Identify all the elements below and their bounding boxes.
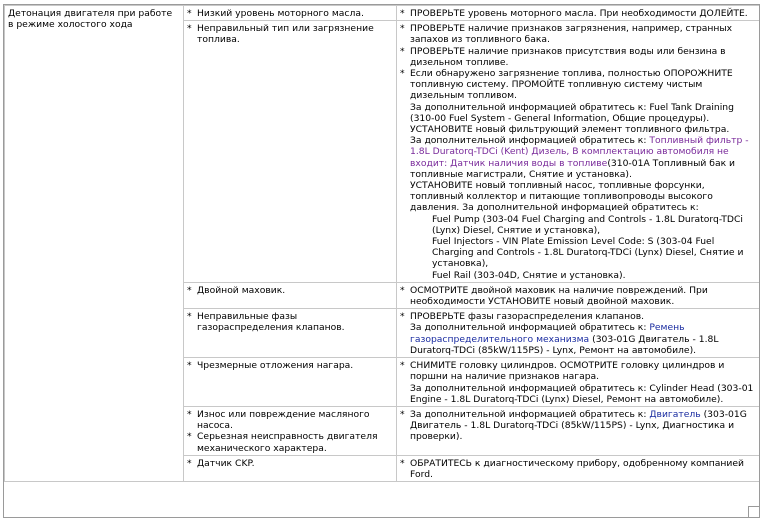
action-bullet: ПРОВЕРЬТЕ фазы газораспределения клапано…	[400, 311, 756, 322]
action-cell: ОБРАТИТЕСЬ к диагностическому прибору, о…	[396, 454, 759, 483]
reference-item: Fuel Pump (303-04 Fuel Charging and Cont…	[432, 213, 743, 236]
action-cell: ПРОВЕРЬТЕ наличие признаков загрязнения,…	[396, 20, 759, 283]
reference-item: Fuel Injectors - VIN Plate Emission Leve…	[432, 236, 744, 270]
action-text: УСТАНОВИТЕ новый топливный насос, топлив…	[410, 180, 713, 214]
diagnosis-table: Детонация двигателя при работе в режиме …	[4, 5, 759, 483]
reference-prefix: За дополнительной информацией обратитесь…	[410, 135, 650, 147]
cause-cell: Двойной маховик.	[183, 281, 397, 310]
reference-prefix: За дополнительной информацией обратитесь…	[410, 322, 650, 334]
reference-link[interactable]: Двигатель	[649, 409, 700, 420]
table-row: Детонация двигателя при работе в режиме …	[4, 5, 759, 483]
action-bullet: ПРОВЕРЬТЕ уровень моторного масла. При н…	[400, 8, 756, 19]
action-cell: За дополнительной информацией обратитесь…	[396, 405, 759, 456]
cause-item: Неправильные фазы газораспределения клап…	[187, 311, 393, 333]
cause-cell: Неправильный тип или загрязнение топлива…	[183, 20, 397, 283]
action-text: УСТАНОВИТЕ новый фильтрующий элемент топ…	[410, 124, 730, 136]
content-frame: Детонация двигателя при работе в режиме …	[3, 4, 760, 518]
cause-cell: Низкий уровень моторного масла.	[183, 5, 397, 22]
cause-cell: Датчик CKP.	[183, 454, 397, 483]
action-text: За дополнительной информацией обратитесь…	[410, 101, 734, 124]
action-bullet: Если обнаружено загрязнение топлива, пол…	[400, 68, 756, 102]
reference-item: Fuel Rail (303-04D, Снятие и установка).	[432, 269, 626, 281]
action-cell: ОСМОТРИТЕ двойной маховик на наличие пов…	[396, 281, 759, 310]
cause-cell: Неправильные фазы газораспределения клап…	[183, 308, 397, 359]
cause-cell: Чрезмерные отложения нагара.	[183, 357, 397, 407]
action-bullet: ПРОВЕРЬТЕ наличие признаков присутствия …	[400, 46, 756, 68]
action-reference: За дополнительной информацией обратитесь…	[400, 135, 756, 180]
reference-prefix: За дополнительной информацией обратитесь…	[410, 408, 650, 420]
cause-item: Низкий уровень моторного масла.	[187, 8, 393, 19]
action-reference: За дополнительной информацией обратитесь…	[400, 322, 756, 356]
action-bullet: ОСМОТРИТЕ двойной маховик на наличие пов…	[400, 285, 756, 307]
cause-item: Серьезная неисправность двигателя механи…	[187, 431, 393, 453]
cause-item: Неправильный тип или загрязнение топлива…	[187, 23, 393, 45]
action-reference: За дополнительной информацией обратитесь…	[400, 409, 756, 443]
action-cell: ПРОВЕРЬТЕ фазы газораспределения клапано…	[396, 308, 759, 359]
action-cell: СНИМИТЕ головку цилиндров. ОСМОТРИТЕ гол…	[396, 357, 759, 407]
action-bullet: ОБРАТИТЕСЬ к диагностическому прибору, о…	[400, 458, 756, 480]
cause-item: Чрезмерные отложения нагара.	[187, 360, 393, 371]
action-bullet: СНИМИТЕ головку цилиндров. ОСМОТРИТЕ гол…	[400, 360, 756, 382]
cause-item: Износ или повреждение масляного насоса.	[187, 409, 393, 431]
cause-cell: Износ или повреждение масляного насоса.С…	[183, 405, 397, 456]
cause-item: Двойной маховик.	[187, 285, 393, 296]
action-cell: ПРОВЕРЬТЕ уровень моторного масла. При н…	[396, 5, 759, 22]
action-bullet: ПРОВЕРЬТЕ наличие признаков загрязнения,…	[400, 23, 756, 45]
action-text: За дополнительной информацией обратитесь…	[410, 382, 754, 405]
symptom-cell: Детонация двигателя при работе в режиме …	[4, 5, 184, 483]
cause-item: Датчик CKP.	[187, 458, 393, 469]
scroll-corner	[748, 506, 759, 517]
